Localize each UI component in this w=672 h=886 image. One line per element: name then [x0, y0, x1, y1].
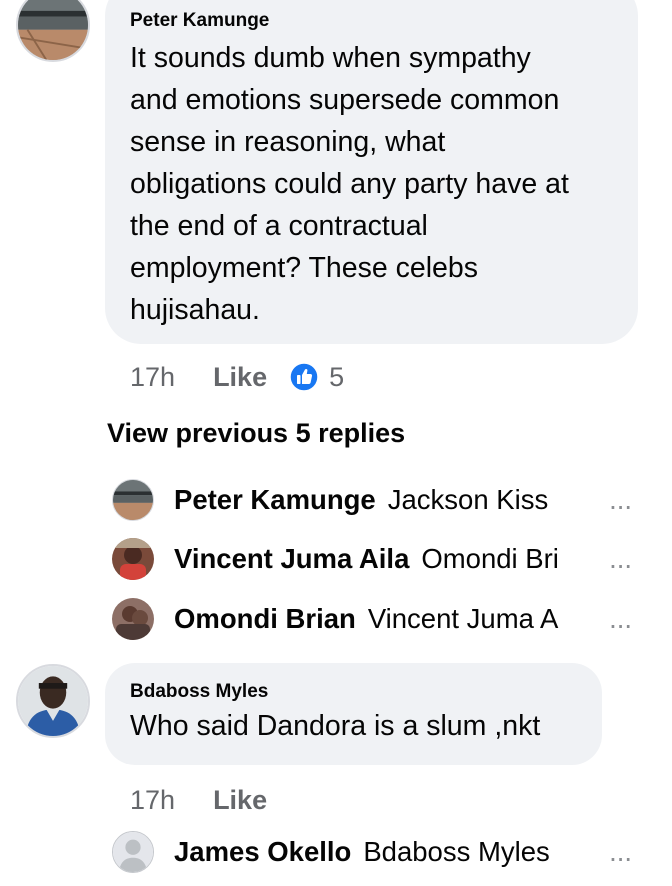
comment-author[interactable]: Peter Kamunge	[130, 9, 614, 33]
view-previous-replies-link[interactable]: View previous 5 replies	[107, 415, 405, 451]
reply-author[interactable]: James Okello	[174, 836, 351, 868]
like-thumb-icon	[289, 362, 319, 392]
reply-author[interactable]: Vincent Juma Aila	[174, 543, 409, 575]
reply-preview: Jackson Kiss	[387, 484, 549, 515]
avatar-photo	[18, 666, 88, 736]
reply-row[interactable]: Peter Kamunge Jackson Kiss ...	[112, 478, 632, 522]
reply-preview: Omondi Bri	[421, 543, 559, 574]
reply-row[interactable]: Vincent Juma Aila Omondi Bri ...	[112, 537, 632, 581]
reply-ellipsis: ...	[609, 836, 632, 867]
reply-author[interactable]: Peter Kamunge	[174, 484, 376, 516]
comment-meta: 17h Like 5	[130, 360, 344, 394]
reply-row[interactable]: James Okello Bdaboss Myles ...	[112, 830, 632, 874]
reply-ellipsis: ...	[609, 603, 632, 634]
reply-ellipsis: ...	[609, 543, 632, 574]
comment-text: Who said Dandora is a slum ,nkt	[130, 710, 541, 742]
comment-text: It sounds dumb when sympathy and emotion…	[130, 42, 569, 326]
avatar	[112, 538, 154, 580]
reaction-summary[interactable]: 5	[289, 360, 344, 394]
reply-preview: Vincent Juma A	[367, 603, 559, 634]
reaction-count: 5	[329, 362, 345, 392]
avatar	[112, 831, 154, 873]
like-button[interactable]: Like	[213, 360, 267, 394]
avatar-bdaboss-myles[interactable]	[16, 664, 90, 738]
avatar-peter-kamunge[interactable]	[16, 0, 90, 62]
reply-preview: Bdaboss Myles	[363, 836, 550, 867]
comment-timestamp[interactable]: 17h	[130, 360, 175, 394]
reply-author[interactable]: Omondi Brian	[174, 603, 356, 635]
avatar	[112, 598, 154, 640]
avatar	[112, 479, 154, 521]
like-button[interactable]: Like	[213, 783, 267, 817]
reply-row[interactable]: Omondi Brian Vincent Juma A ...	[112, 597, 632, 641]
comment-timestamp[interactable]: 17h	[130, 783, 175, 817]
comment-meta: 17h Like	[130, 783, 267, 817]
comment-author[interactable]: Bdaboss Myles	[130, 680, 578, 704]
reply-ellipsis: ...	[609, 484, 632, 515]
comment-bubble: Peter Kamunge It sounds dumb when sympat…	[105, 0, 638, 344]
avatar-photo	[18, 0, 88, 60]
comment-bubble: Bdaboss Myles Who said Dandora is a slum…	[105, 663, 602, 765]
